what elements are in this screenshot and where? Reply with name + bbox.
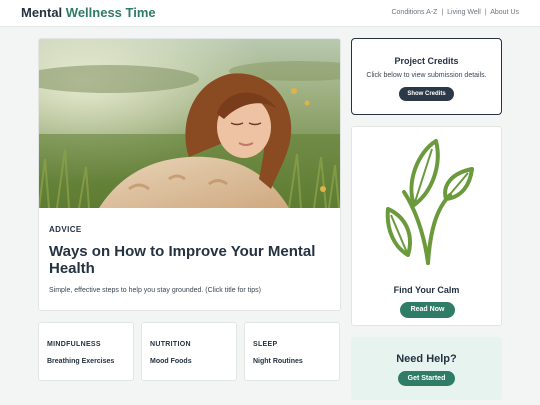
nav-link-about[interactable]: About Us — [490, 9, 519, 16]
hero-eyebrow: ADVICE — [49, 225, 82, 234]
top-bar: Mental Wellness Time Conditions A-Z | Li… — [0, 0, 540, 27]
hero-image — [39, 39, 340, 208]
project-credits-card: Project Credits Click below to view subm… — [351, 38, 502, 115]
category-label: MINDFULNESS — [47, 341, 101, 348]
need-help-card: Need Help? Get Started — [351, 337, 502, 400]
category-card-mindfulness: MINDFULNESS Breathing Exercises — [38, 322, 134, 381]
nav-separator: | — [441, 9, 444, 16]
hero-subtitle: Simple, effective steps to help you stay… — [49, 287, 261, 294]
hero-card: ADVICE Ways on How to Improve Your Menta… — [38, 38, 341, 311]
nav-separator: | — [484, 9, 487, 16]
show-credits-button[interactable]: Show Credits — [399, 87, 454, 101]
category-label: NUTRITION — [150, 341, 191, 348]
category-card-sleep: SLEEP Night Routines — [244, 322, 340, 381]
category-link[interactable]: Night Routines — [253, 358, 303, 365]
brand-accent: Wellness Time — [65, 5, 156, 20]
credits-text: Click below to view submission details. — [366, 72, 487, 79]
site-logo[interactable]: Mental Wellness Time — [21, 5, 156, 20]
nav-link-living-well[interactable]: Living Well — [447, 9, 481, 16]
plant-icon — [385, 139, 474, 265]
category-link[interactable]: Breathing Exercises — [47, 358, 114, 365]
credits-title: Project Credits — [394, 56, 459, 66]
get-started-button[interactable]: Get Started — [397, 371, 456, 386]
hero-title-link[interactable]: Ways on How to Improve Your Mental Healt… — [49, 243, 334, 277]
top-nav: Conditions A-Z | Living Well | About Us — [391, 9, 519, 16]
brand-primary: Mental — [21, 5, 63, 20]
read-now-button[interactable]: Read Now — [400, 302, 455, 318]
nav-link-conditions[interactable]: Conditions A-Z — [391, 9, 437, 16]
help-title: Need Help? — [396, 353, 457, 365]
category-label: SLEEP — [253, 341, 278, 348]
category-link[interactable]: Mood Foods — [150, 358, 192, 365]
category-card-nutrition: NUTRITION Mood Foods — [141, 322, 237, 381]
calm-title: Find Your Calm — [393, 285, 460, 295]
find-your-calm-card: Find Your Calm Read Now — [351, 126, 502, 326]
hero-body: ADVICE Ways on How to Improve Your Menta… — [49, 225, 334, 294]
